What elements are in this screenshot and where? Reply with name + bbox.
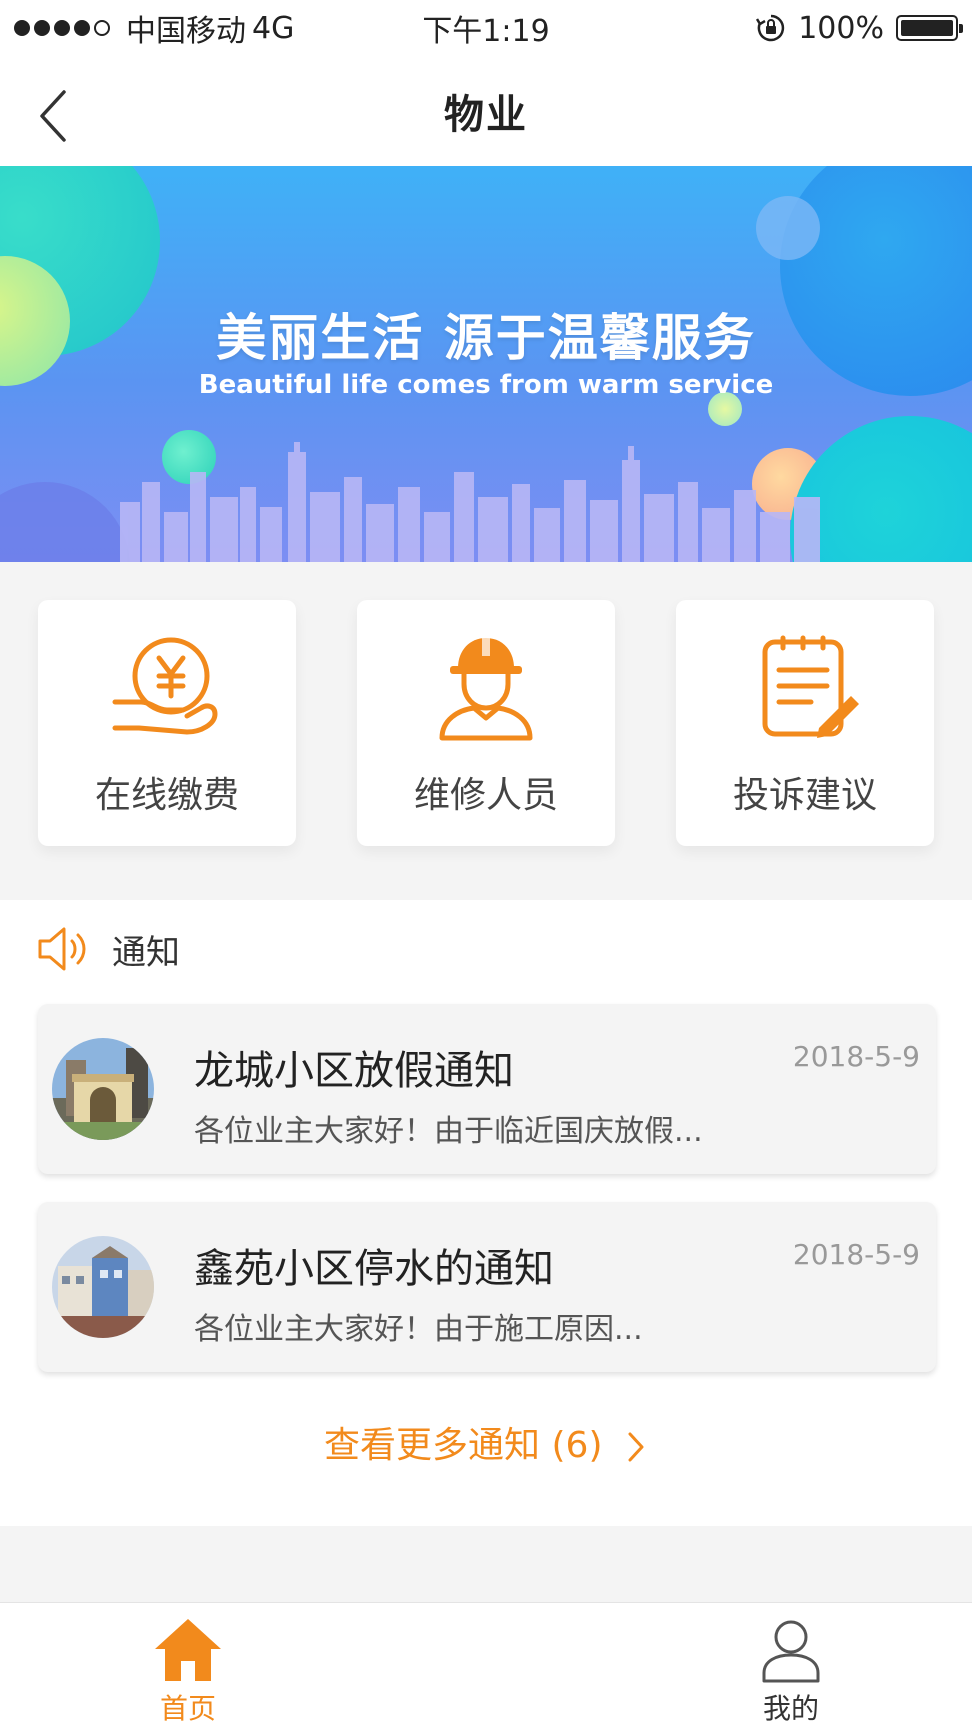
notice-header: 通知: [36, 920, 180, 978]
battery-label: 100%: [798, 10, 884, 46]
repair-staff-button[interactable]: 维修人员: [357, 600, 615, 846]
back-button[interactable]: [30, 86, 80, 146]
tab-home-label: 首页: [159, 1692, 216, 1725]
banner-subtitle: Beautiful life comes from warm service: [198, 370, 774, 400]
notice-item[interactable]: 龙城小区放假通知 2018-5-9 各位业主大家好！由于临近国庆放假...: [38, 1004, 936, 1174]
carrier-label: 中国移动: [126, 14, 246, 49]
worker-helmet-icon: [357, 632, 615, 744]
page-title: 物业: [444, 92, 528, 138]
tab-bar: 首页 我的: [0, 1602, 972, 1728]
nav-bar: 物业: [0, 56, 972, 166]
complaint-suggestion-button[interactable]: 投诉建议: [676, 600, 934, 846]
status-bar: 中国移动 4G 下午1:19 100%: [0, 0, 972, 56]
yen-hand-icon: [38, 632, 296, 744]
rotation-lock-icon: [756, 14, 785, 42]
notice-title: 龙城小区放假通知: [194, 1048, 514, 1094]
online-payment-button[interactable]: 在线缴费: [38, 600, 296, 846]
notice-thumbnail: [52, 1038, 154, 1140]
status-right: 100%: [756, 10, 963, 46]
complaint-suggestion-label: 投诉建议: [732, 775, 877, 816]
notice-date: 2018-5-9: [792, 1238, 920, 1271]
bubble-decoration: [756, 196, 820, 260]
bubble-decoration: [0, 482, 130, 562]
status-left: 中国移动 4G: [14, 6, 294, 50]
repair-staff-label: 维修人员: [413, 775, 558, 816]
user-icon: [731, 1617, 851, 1687]
quick-actions: 在线缴费 维修人员 投诉建议: [0, 562, 972, 900]
speaker-icon: [38, 927, 86, 971]
chevron-right-icon: [628, 1432, 644, 1462]
battery-icon: [896, 15, 963, 41]
back-chevron-icon: [40, 90, 66, 142]
city-skyline-illustration: [120, 442, 820, 562]
notice-section-title: 通知: [112, 932, 180, 973]
online-payment-label: 在线缴费: [94, 775, 239, 816]
notice-preview: 各位业主大家好！由于临近国庆放假...: [194, 1114, 703, 1149]
tab-profile[interactable]: 我的: [731, 1617, 851, 1727]
notepad-pen-icon: [676, 632, 934, 744]
promo-banner[interactable]: 美丽生活 源于温馨服务 Beautiful life comes from wa…: [0, 166, 972, 562]
network-label: 4G: [252, 10, 295, 46]
home-icon: [128, 1617, 248, 1687]
notice-thumbnail: [52, 1236, 154, 1338]
banner-title: 美丽生活 源于温馨服务: [216, 309, 756, 367]
view-more-notices-link[interactable]: 查看更多通知 (6): [0, 1416, 972, 1468]
notice-preview: 各位业主大家好！由于施工原因...: [194, 1312, 643, 1347]
notice-item[interactable]: 鑫苑小区停水的通知 2018-5-9 各位业主大家好！由于施工原因...: [38, 1202, 936, 1372]
signal-dots-icon: [14, 20, 110, 36]
notice-title: 鑫苑小区停水的通知: [194, 1246, 554, 1292]
tab-home[interactable]: 首页: [128, 1617, 248, 1727]
view-more-label: 查看更多通知 (6): [324, 1425, 603, 1466]
notice-date: 2018-5-9: [792, 1040, 920, 1073]
section-divider: [0, 1526, 972, 1602]
tab-profile-label: 我的: [762, 1692, 819, 1725]
